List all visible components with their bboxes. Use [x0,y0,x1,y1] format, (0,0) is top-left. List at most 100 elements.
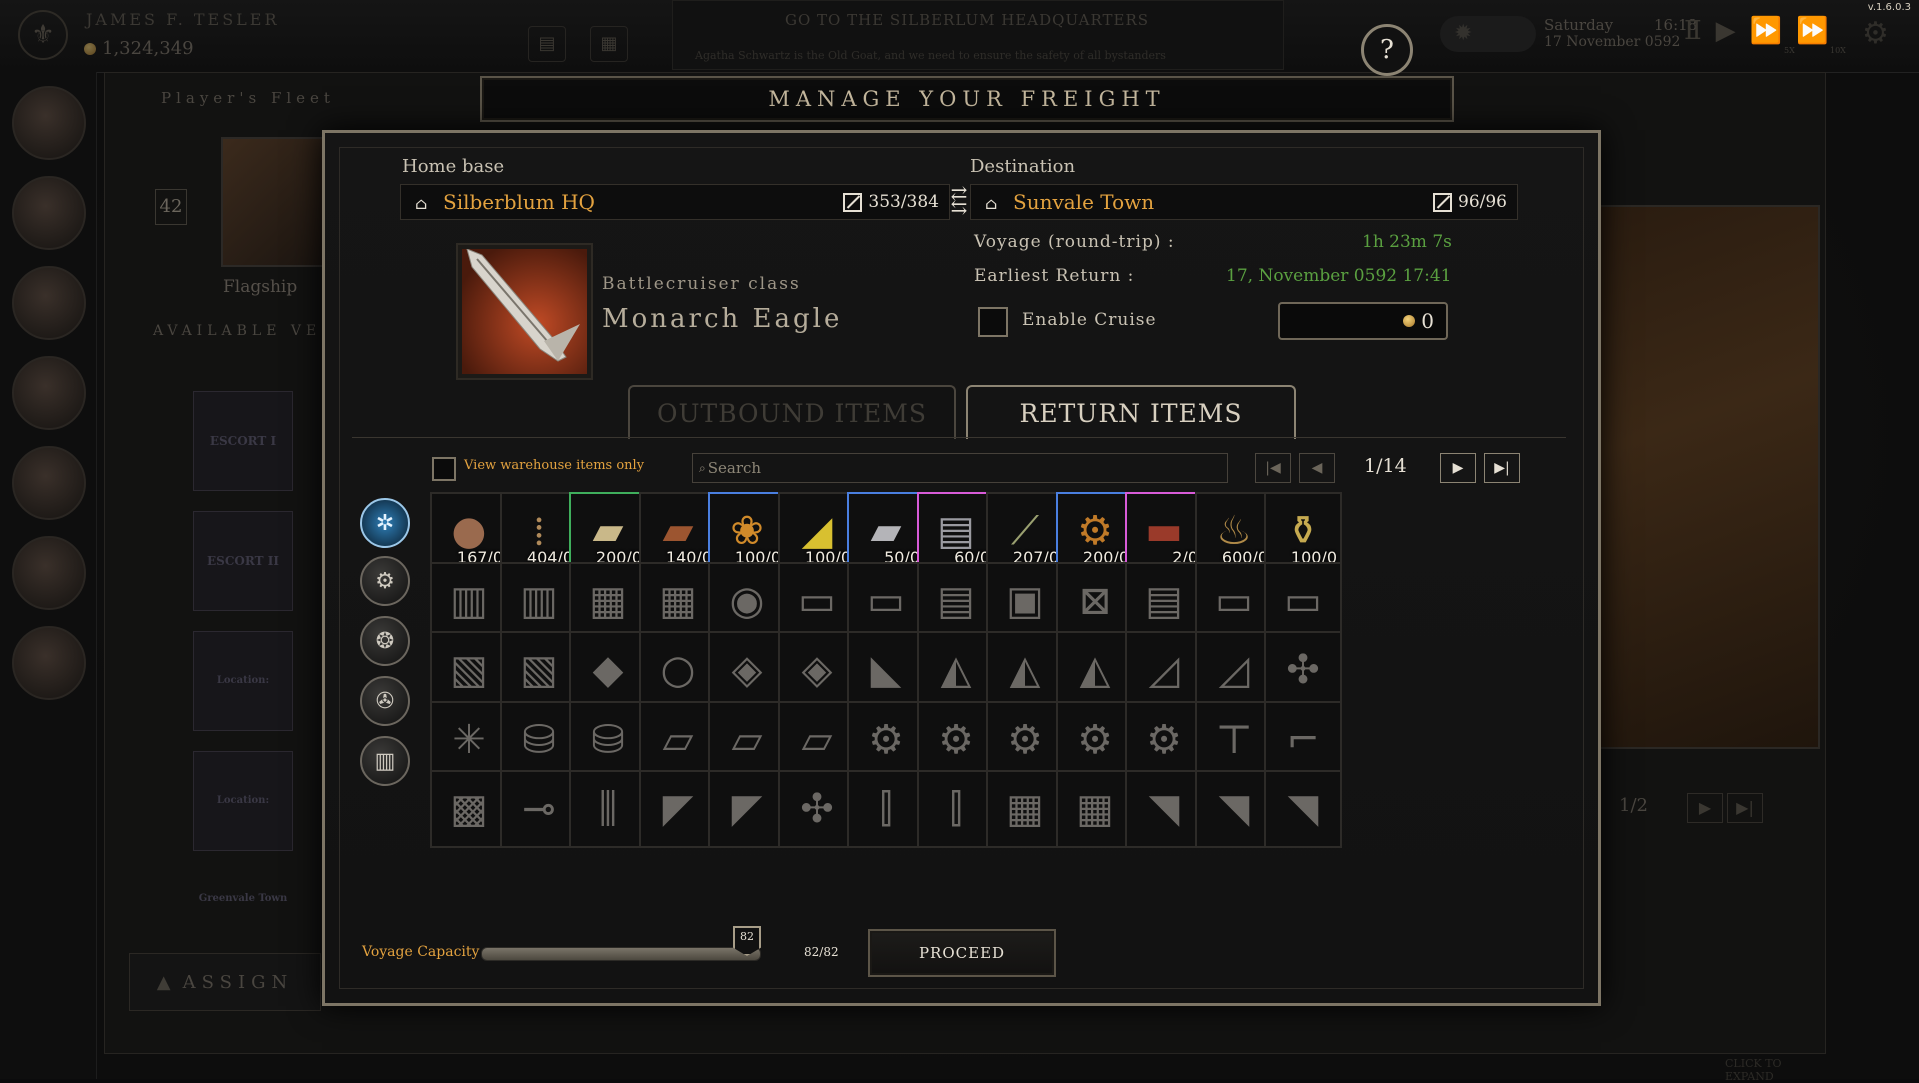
first-page-button[interactable]: |◀ [1255,453,1291,483]
warehouse-only-checkbox[interactable] [432,457,456,481]
swap-arrows-icon[interactable]: ⇄ ⇆ [948,183,970,217]
item-slot[interactable]: ✣ [778,770,856,848]
play-icon[interactable]: ▶ [1716,16,1750,46]
character-portrait[interactable] [12,176,86,250]
item-slot[interactable]: ◭ [986,631,1064,709]
flagship-portrait[interactable] [221,137,335,267]
calendar-icon[interactable]: ▦ [590,26,628,62]
character-portrait[interactable] [12,626,86,700]
item-slot[interactable]: ⊸ [500,770,578,848]
prev-page-button[interactable]: ◀ [1299,453,1335,483]
last-page-button[interactable]: ▶| [1484,453,1520,483]
item-slot[interactable]: ◣ [847,631,925,709]
item-slot[interactable]: ◥ [1125,770,1203,848]
voyage-capacity-slider[interactable] [481,947,761,961]
assign-button[interactable]: ▲ ASSIGN [129,953,321,1011]
journal-icon[interactable]: ▤ [528,26,566,62]
item-slot[interactable]: ⁞ 404/0 [500,492,578,570]
character-portrait[interactable] [12,446,86,520]
item-slot[interactable]: ▤ 60/0 [917,492,995,570]
help-button[interactable]: ? [1361,24,1413,76]
item-slot[interactable]: ◤ [639,770,717,848]
character-portrait[interactable] [12,536,86,610]
item-slot[interactable]: ▭ [847,562,925,640]
item-slot[interactable]: ◆ [569,631,647,709]
item-slot[interactable]: ⚱ 100/0 [1264,492,1342,570]
item-slot[interactable]: ◥ [1195,770,1273,848]
escort-slot[interactable]: Location: Greenvale Town [193,751,293,904]
item-slot[interactable]: ▥ [500,562,578,640]
item-slot[interactable]: ▱ [708,701,786,779]
escort-slot[interactable]: ESCORT I [193,391,293,491]
tab-outbound-items[interactable]: OUTBOUND ITEMS [628,385,956,439]
enable-cruise-checkbox[interactable] [978,307,1008,337]
item-slot[interactable]: ⚙ [1125,701,1203,779]
item-slot[interactable]: ⫿ [917,770,995,848]
item-slot[interactable]: ⫼ [569,770,647,848]
item-slot[interactable]: ▥ [430,562,508,640]
item-slot[interactable]: ▬ 2/0 [1125,492,1203,570]
item-slot[interactable]: ◿ [1125,631,1203,709]
category-books-button[interactable]: ▥ [360,736,410,786]
last-page-icon[interactable]: ▶| [1727,793,1763,823]
pause-icon[interactable]: Ⅱ [1684,16,1716,46]
item-slot[interactable]: ▧ [500,631,578,709]
item-slot[interactable]: ◿ [1195,631,1273,709]
item-slot[interactable]: ○ [639,631,717,709]
item-slot[interactable]: ◢ 100/0 [778,492,856,570]
item-slot[interactable]: ▭ [778,562,856,640]
tab-return-items[interactable]: RETURN ITEMS [966,385,1296,439]
item-slot[interactable]: ❀ 100/0 [708,492,786,570]
item-slot[interactable]: ◤ [708,770,786,848]
item-slot[interactable]: ▦ [1056,770,1134,848]
item-slot[interactable]: ⊤ [1195,701,1273,779]
item-slot[interactable]: ⊠ [1056,562,1134,640]
item-slot[interactable]: ⫿ [847,770,925,848]
character-portrait[interactable] [12,86,86,160]
next-page-icon[interactable]: ▶ [1687,793,1723,823]
item-slot[interactable]: ▦ [569,562,647,640]
faction-emblem-icon[interactable]: ⚜ [18,10,68,60]
item-slot[interactable]: ▦ [986,770,1064,848]
item-slot[interactable]: ▰ 200/0 [569,492,647,570]
item-slot[interactable]: ⚙ [1056,701,1134,779]
item-slot[interactable]: ▭ [1264,562,1342,640]
item-slot[interactable]: ⌐ [1264,701,1342,779]
faster-forward-icon[interactable]: ⏩ [1796,16,1842,46]
item-slot[interactable]: ▤ [1125,562,1203,640]
fast-forward-icon[interactable]: ⏩ [1750,16,1796,46]
item-slot[interactable]: ◉ [708,562,786,640]
category-parts-button[interactable]: ⚙ [360,556,410,606]
item-slot[interactable]: ⚙ 200/0 [1056,492,1134,570]
item-slot[interactable]: ▱ [778,701,856,779]
settings-gear-icon[interactable]: ⚙ [1862,16,1889,51]
item-slot[interactable]: ▩ [430,770,508,848]
category-equipment-button[interactable]: ✇ [360,676,410,726]
character-portrait[interactable] [12,356,86,430]
item-slot[interactable]: ▤ [917,562,995,640]
category-all-button[interactable]: ✲ [360,498,410,548]
item-slot[interactable]: ⟋ 207/0 [986,492,1064,570]
item-slot[interactable]: ◈ [778,631,856,709]
item-slot[interactable]: ▭ [1195,562,1273,640]
item-slot[interactable]: ▰ 140/0 [639,492,717,570]
item-slot[interactable]: ♨ 600/0 [1195,492,1273,570]
item-slot[interactable]: ▰ 50/0 [847,492,925,570]
category-resources-button[interactable]: ❂ [360,616,410,666]
escort-slot[interactable]: ESCORT II [193,511,293,611]
item-slot[interactable]: ▣ [986,562,1064,640]
item-slot[interactable]: ▱ [639,701,717,779]
item-slot[interactable]: ▦ [639,562,717,640]
item-slot[interactable]: ◭ [1056,631,1134,709]
item-slot[interactable]: ⚙ [917,701,995,779]
item-slot[interactable]: ✣ [1264,631,1342,709]
destination-field[interactable]: ⌂ Sunvale Town 96/96 [970,184,1518,220]
proceed-button[interactable]: PROCEED [868,929,1056,977]
item-slot[interactable]: ⛁ [569,701,647,779]
item-slot[interactable]: ◭ [917,631,995,709]
character-portrait[interactable] [12,266,86,340]
quest-tracker[interactable]: GO TO THE SILBERLUM HEADQUARTERS Agatha … [672,0,1284,70]
item-slot[interactable]: ⛁ [500,701,578,779]
home-base-field[interactable]: ⌂ Silberblum HQ 353/384 [400,184,950,220]
escort-slot[interactable]: Location: Ipswick Town [193,631,293,784]
